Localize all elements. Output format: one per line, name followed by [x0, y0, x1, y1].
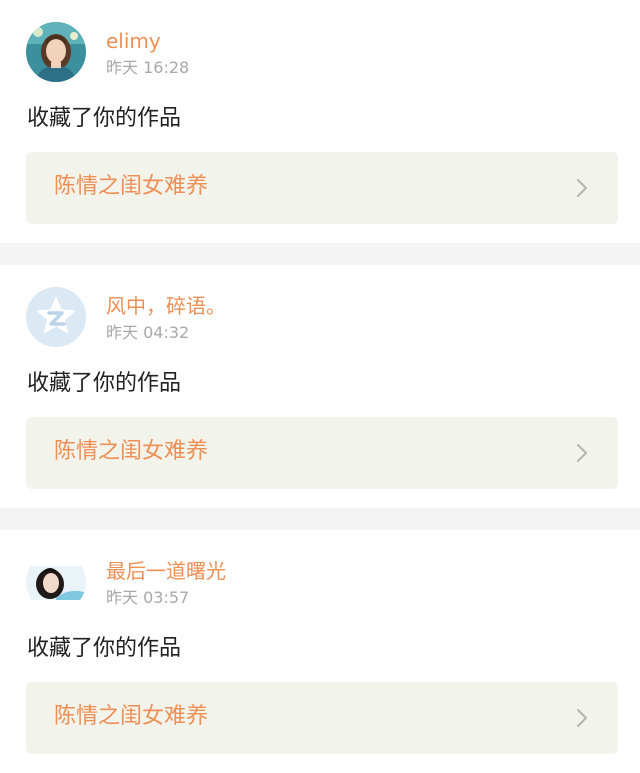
- action-text: 收藏了你的作品: [27, 371, 182, 396]
- work-title: 陈情之闺女难养: [54, 704, 209, 729]
- work-link-card[interactable]: 陈情之闺女难养: [26, 682, 618, 754]
- timestamp: 昨天 16:28: [106, 58, 190, 77]
- default-star-avatar-icon: [26, 287, 86, 347]
- chevron-right-icon: [577, 444, 587, 462]
- photo-avatar-icon: [26, 552, 86, 612]
- timestamp: 昨天 03:57: [106, 588, 190, 607]
- notification-card: 最后一道曙光 昨天 03:57 收藏了你的作品 陈情之闺女难养: [0, 530, 640, 773]
- user-meta: elimy 昨天 16:28: [106, 28, 189, 79]
- photo-avatar-icon: [26, 22, 86, 82]
- avatar[interactable]: [26, 287, 86, 347]
- avatar[interactable]: [26, 552, 86, 612]
- work-title: 陈情之闺女难养: [54, 439, 209, 464]
- notification-header: elimy 昨天 16:28: [26, 22, 189, 82]
- chevron-right-icon: [577, 709, 587, 727]
- card-divider: [0, 508, 640, 530]
- work-link-card[interactable]: 陈情之闺女难养: [26, 152, 618, 224]
- action-text: 收藏了你的作品: [27, 106, 182, 131]
- avatar[interactable]: [26, 22, 86, 82]
- chevron-right-icon: [577, 179, 587, 197]
- card-divider: [0, 243, 640, 265]
- work-link-card[interactable]: 陈情之闺女难养: [26, 417, 618, 489]
- notification-header: 最后一道曙光 昨天 03:57: [26, 552, 226, 612]
- username-link[interactable]: 风中，碎语。: [106, 293, 226, 319]
- notification-card: elimy 昨天 16:28 收藏了你的作品 陈情之闺女难养: [0, 0, 640, 243]
- notification-feed: elimy 昨天 16:28 收藏了你的作品 陈情之闺女难养 风中，碎语。 昨天…: [0, 0, 640, 773]
- user-meta: 风中，碎语。 昨天 04:32: [106, 293, 226, 344]
- notification-card: 风中，碎语。 昨天 04:32 收藏了你的作品 陈情之闺女难养: [0, 265, 640, 508]
- username-link[interactable]: 最后一道曙光: [106, 558, 226, 584]
- timestamp: 昨天 04:32: [106, 323, 190, 342]
- action-text: 收藏了你的作品: [27, 636, 182, 661]
- user-meta: 最后一道曙光 昨天 03:57: [106, 558, 226, 609]
- username-link[interactable]: elimy: [106, 28, 189, 54]
- notification-header: 风中，碎语。 昨天 04:32: [26, 287, 226, 347]
- work-title: 陈情之闺女难养: [54, 174, 209, 199]
